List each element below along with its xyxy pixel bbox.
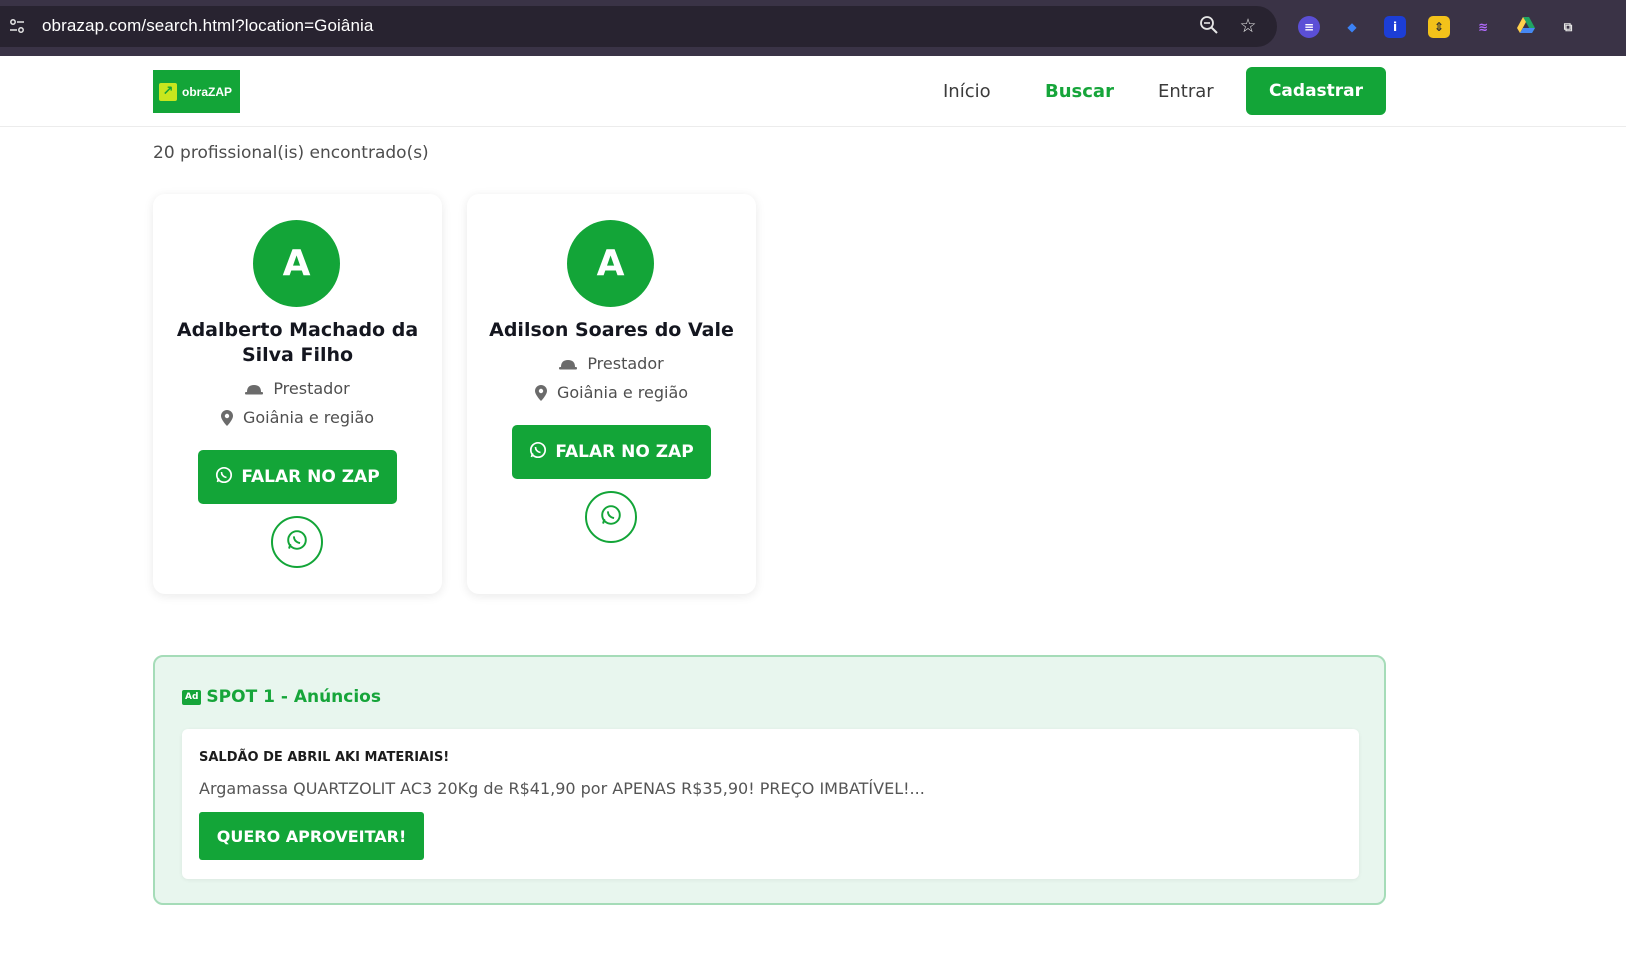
ad-heading: SALDÃO DE ABRIL AKI MATERIAIS! [199,750,450,765]
hard-hat-icon [559,358,578,370]
site-info-icon[interactable] [8,17,28,37]
professional-name: Adilson Soares do Vale [489,319,734,341]
professional-card: A Adilson Soares do Vale Prestador Goiân… [467,194,756,594]
hard-hat-icon [245,383,264,395]
whatsapp-circle-button[interactable] [271,516,323,568]
whatsapp-icon [529,441,547,464]
bookmark-star-icon[interactable]: ☆ [1237,15,1259,37]
role-row: Prestador [153,379,442,398]
obrazap-logo[interactable]: ↗ obraZAP [153,70,240,113]
ad-card: SALDÃO DE ABRIL AKI MATERIAIS! Argamassa… [182,729,1359,879]
falar-no-zap-button[interactable]: FALAR NO ZAP [198,450,397,504]
button-label: FALAR NO ZAP [241,467,380,487]
ad-spot: Ad SPOT 1 - Anúncios SALDÃO DE ABRIL AKI… [153,655,1386,905]
nav-inicio[interactable]: Início [943,81,991,102]
role-row: Prestador [467,354,756,373]
location-text: Goiânia e região [242,408,375,427]
results-count: 20 profissional(is) encontrado(s) [153,143,429,163]
location-row: Goiânia e região [467,383,756,402]
cadastrar-button[interactable]: Cadastrar [1246,67,1386,115]
info-extension-icon[interactable]: i [1384,16,1406,38]
tag-extension-icon[interactable]: ◆ [1341,16,1363,38]
spot-title: Ad SPOT 1 - Anúncios [182,687,381,707]
address-bar[interactable]: obrazap.com/search.html?location=Goiânia… [0,6,1277,47]
ad-badge-icon: Ad [182,689,202,705]
extensions-puzzle-icon[interactable]: ⧉ [1557,16,1579,38]
logo-text: obraZAP [182,84,233,99]
location-row: Goiânia e região [153,408,442,427]
url-text[interactable]: obrazap.com/search.html?location=Goiânia [42,16,373,36]
spot-title-text: SPOT 1 - Anúncios [206,687,381,707]
map-pin-icon [534,384,547,401]
wave-extension-icon[interactable]: ≋ [1472,16,1494,38]
falar-no-zap-button[interactable]: FALAR NO ZAP [512,425,711,479]
professional-name: Adalberto Machado da Silva Filho [176,319,419,366]
quero-aproveitar-button[interactable]: QUERO APROVEITAR! [199,812,424,860]
whatsapp-icon [215,466,233,489]
whatsapp-circle-button[interactable] [585,491,637,543]
role-text: Prestador [587,354,664,373]
logo-arrow-icon: ↗ [159,82,177,101]
button-label: FALAR NO ZAP [555,442,694,462]
sort-extension-icon[interactable]: ⇕ [1428,16,1450,38]
whatsapp-icon [600,504,622,530]
location-text: Goiânia e região [556,383,689,402]
translate-extension-icon[interactable]: ≡ [1298,16,1320,38]
ad-description: Argamassa QUARTZOLIT AC3 20Kg de R$41,90… [199,779,925,798]
professional-card: A Adalberto Machado da Silva Filho Prest… [153,194,442,594]
whatsapp-icon [286,529,308,555]
site-header: ↗ obraZAP Início Buscar Entrar Cadastrar [0,56,1626,127]
google-drive-icon[interactable] [1515,16,1537,38]
nav-entrar[interactable]: Entrar [1158,81,1214,102]
browser-toolbar: obrazap.com/search.html?location=Goiânia… [0,0,1626,56]
avatar: A [567,220,654,307]
nav-buscar[interactable]: Buscar [1045,81,1114,102]
map-pin-icon [220,409,233,426]
zoom-icon[interactable] [1198,15,1220,37]
avatar: A [253,220,340,307]
role-text: Prestador [273,379,350,398]
